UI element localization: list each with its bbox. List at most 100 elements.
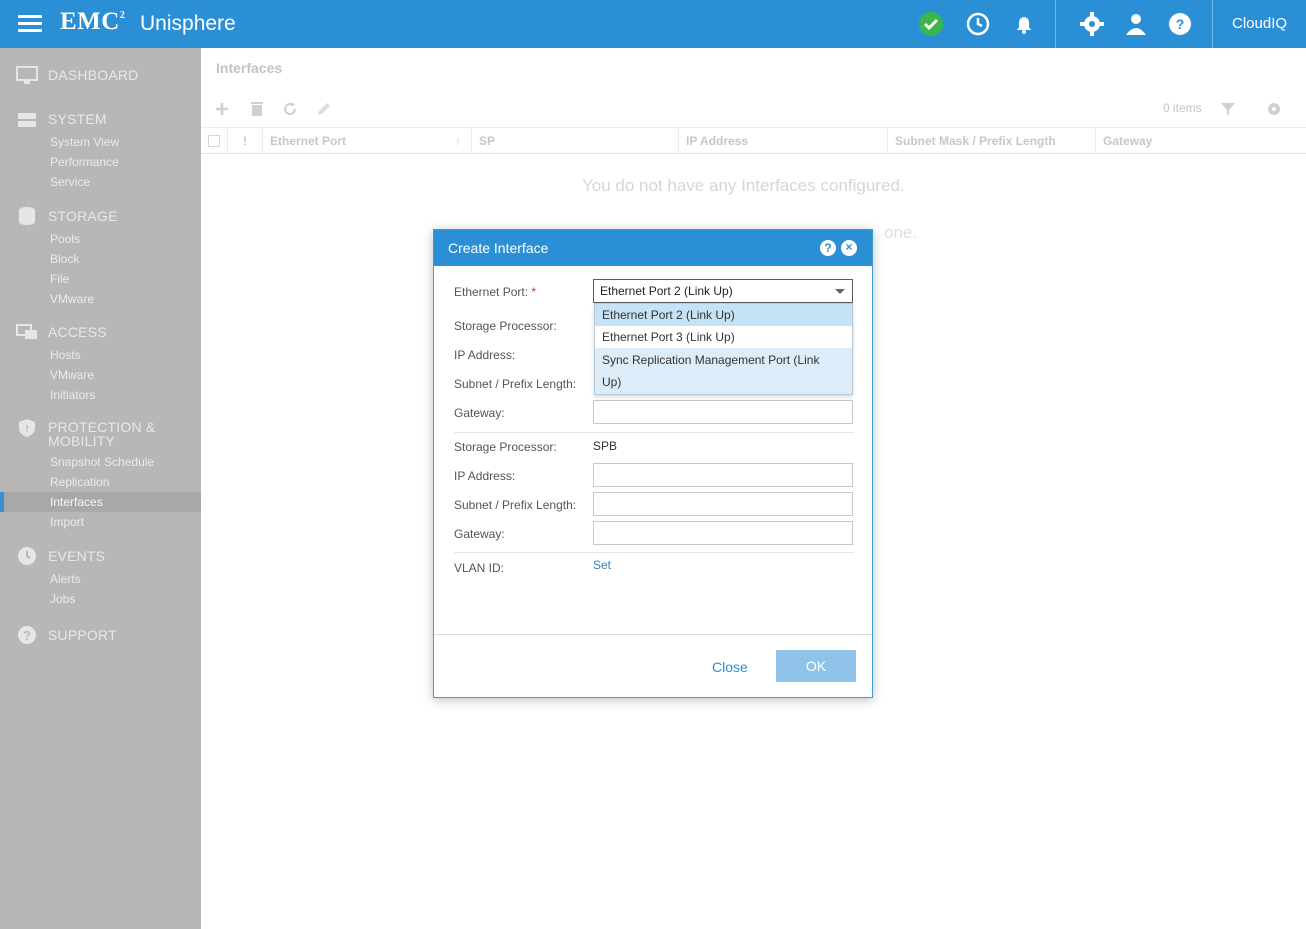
dialog-help-icon[interactable]: ?: [820, 240, 836, 256]
items-count: 0 items: [1163, 101, 1202, 115]
menu-hamburger-icon[interactable]: [18, 15, 42, 33]
ethernet-port-select[interactable]: Ethernet Port 2 (Link Up): [593, 279, 853, 303]
status-ok-icon[interactable]: [917, 10, 945, 38]
page-title: Interfaces: [216, 60, 283, 76]
grid-toolbar: [201, 88, 1306, 128]
vlan-id-label: VLAN ID:: [454, 561, 505, 575]
header-separator: [1055, 0, 1056, 48]
sidebar-section-events[interactable]: EVENTS: [48, 549, 105, 563]
svg-text:?: ?: [23, 628, 31, 643]
filter-icon[interactable]: [1219, 100, 1237, 118]
ip-address-b-label: IP Address:: [454, 469, 516, 483]
delete-trash-icon[interactable]: [248, 100, 266, 118]
brand-logo: EMC2: [60, 8, 126, 35]
required-asterisk: *: [531, 285, 537, 299]
column-sp[interactable]: SP: [472, 128, 679, 154]
user-icon[interactable]: [1122, 10, 1150, 38]
gateway-b-label: Gateway:: [454, 527, 505, 541]
jobs-clock-icon[interactable]: [964, 10, 992, 38]
gateway-a-label: Gateway:: [454, 406, 505, 420]
chevron-down-icon: [835, 289, 845, 294]
sidebar-item-replication[interactable]: Replication: [50, 475, 109, 489]
sidebar-section-support[interactable]: SUPPORT: [48, 628, 117, 642]
column-subnet-mask[interactable]: Subnet Mask / Prefix Length: [888, 128, 1096, 154]
storage-processor-a-label: Storage Processor:: [454, 319, 557, 333]
sidebar-section-dashboard[interactable]: DASHBOARD: [48, 68, 138, 82]
settings-gear-icon[interactable]: [1078, 10, 1106, 38]
section-divider: [454, 552, 854, 553]
create-interface-dialog: Create Interface ? × Ethernet Port: * Et…: [433, 229, 873, 698]
dropdown-option-ethernet-port-3[interactable]: Ethernet Port 3 (Link Up): [595, 326, 852, 348]
subnet-b-input[interactable]: [593, 492, 853, 516]
sidebar-item-hosts[interactable]: Hosts: [50, 348, 81, 362]
dialog-close-icon[interactable]: ×: [841, 240, 857, 256]
column-ip-address[interactable]: IP Address: [679, 128, 888, 154]
column-severity[interactable]: !: [228, 128, 263, 154]
sidebar-item-file[interactable]: File: [50, 272, 69, 286]
sidebar-section-storage[interactable]: STORAGE: [48, 209, 118, 223]
refresh-icon[interactable]: [281, 100, 299, 118]
alerts-bell-icon[interactable]: [1010, 10, 1038, 38]
sidebar-item-interfaces[interactable]: Interfaces: [50, 495, 103, 509]
sidebar-item-block[interactable]: Block: [50, 252, 79, 266]
grid-header: ! Ethernet Port ↑ SP IP Address Subnet M…: [201, 128, 1306, 154]
gateway-b-input[interactable]: [593, 521, 853, 545]
dropdown-option-ethernet-port-2[interactable]: Ethernet Port 2 (Link Up): [595, 304, 852, 326]
cloudiq-link[interactable]: CloudIQ: [1232, 15, 1287, 32]
sidebar-item-vmware-storage[interactable]: VMware: [50, 292, 94, 306]
sidebar-item-alerts[interactable]: Alerts: [50, 572, 81, 586]
system-icon: [16, 110, 38, 130]
sidebar-section-system[interactable]: SYSTEM: [48, 112, 107, 126]
svg-text:!: !: [25, 424, 28, 435]
dialog-footer-divider: [434, 634, 872, 635]
sidebar-item-pools[interactable]: Pools: [50, 232, 80, 246]
sidebar-item-system-view[interactable]: System View: [50, 135, 119, 149]
storage-icon: [16, 206, 38, 226]
subnet-a-label: Subnet / Prefix Length:: [454, 377, 577, 391]
ok-button[interactable]: OK: [776, 650, 856, 682]
header-separator: [1212, 0, 1213, 48]
events-icon: [16, 546, 38, 566]
help-icon[interactable]: ?: [1166, 10, 1194, 38]
sidebar-item-jobs[interactable]: Jobs: [50, 592, 75, 606]
grid-settings-gear-icon[interactable]: [1265, 100, 1283, 118]
sort-ascending-icon[interactable]: ↑: [455, 128, 461, 154]
storage-processor-b-value: SPB: [593, 439, 618, 453]
column-ethernet-port-label: Ethernet Port: [270, 134, 347, 148]
sidebar-section-mobility[interactable]: MOBILITY: [48, 434, 115, 448]
empty-grid-hint: one.: [884, 223, 918, 242]
select-all-checkbox[interactable]: [201, 128, 228, 154]
top-header: EMC2 Unisphere ? CloudIQ: [0, 0, 1306, 48]
sidebar-item-initiators[interactable]: Initiators: [50, 388, 95, 402]
shield-icon: !: [16, 418, 38, 438]
access-icon: [16, 322, 38, 342]
ip-address-b-input[interactable]: [593, 463, 853, 487]
subnet-b-label: Subnet / Prefix Length:: [454, 498, 577, 512]
ethernet-port-label: Ethernet Port: *: [454, 285, 537, 299]
sidebar-item-performance[interactable]: Performance: [50, 155, 119, 169]
edit-pencil-icon[interactable]: [315, 100, 333, 118]
dropdown-option-text-line1: Sync Replication Management Port (Link: [602, 353, 820, 367]
dropdown-option-text-line2: Up): [602, 375, 622, 389]
sidebar-item-import[interactable]: Import: [50, 515, 84, 529]
column-ethernet-port[interactable]: Ethernet Port ↑: [263, 128, 472, 154]
add-icon[interactable]: [213, 100, 231, 118]
sidebar-section-protection[interactable]: PROTECTION &: [48, 420, 155, 434]
close-button[interactable]: Close: [712, 659, 748, 675]
dialog-title: Create Interface: [434, 230, 872, 266]
sidebar-section-access[interactable]: ACCESS: [48, 325, 107, 339]
sidebar-item-vmware-access[interactable]: VMware: [50, 368, 94, 382]
storage-processor-b-label: Storage Processor:: [454, 440, 557, 454]
support-icon: ?: [16, 625, 38, 645]
vlan-set-link[interactable]: Set: [593, 558, 611, 572]
product-name: Unisphere: [140, 12, 236, 35]
column-gateway[interactable]: Gateway: [1096, 128, 1306, 154]
ethernet-port-selected-value: Ethernet Port 2 (Link Up): [600, 284, 733, 298]
dropdown-option-sync-replication-port[interactable]: Sync Replication Management Port (Link U…: [595, 348, 852, 394]
gateway-a-input[interactable]: [593, 400, 853, 424]
ip-address-a-label: IP Address:: [454, 348, 516, 362]
empty-grid-message: You do not have any Interfaces configure…: [582, 176, 905, 195]
sidebar-item-snapshot-schedule[interactable]: Snapshot Schedule: [50, 455, 154, 469]
ethernet-port-dropdown-list: Ethernet Port 2 (Link Up) Ethernet Port …: [594, 303, 853, 395]
sidebar-item-service[interactable]: Service: [50, 175, 90, 189]
